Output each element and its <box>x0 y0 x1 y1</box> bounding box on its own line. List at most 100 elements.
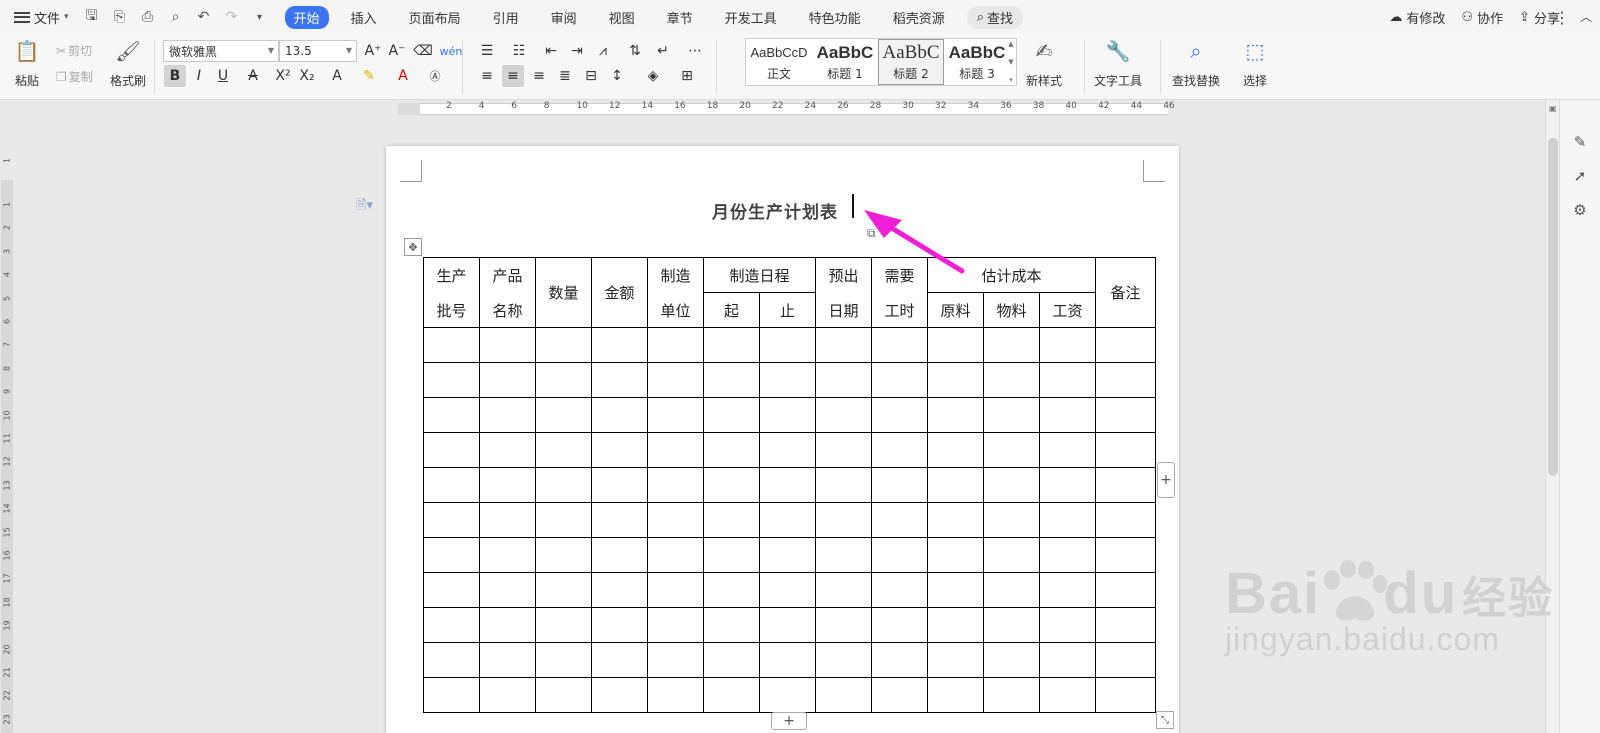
table-cell[interactable] <box>758 642 817 678</box>
bullet-list-icon[interactable]: ☰ <box>476 40 498 62</box>
header-schedule[interactable]: 制造日程 <box>702 257 817 293</box>
tab-references[interactable]: 引用 <box>483 6 529 29</box>
style-heading-2[interactable]: AaBbC 标题 2 <box>878 39 944 85</box>
sliders-icon[interactable]: ⚙ <box>1570 200 1590 220</box>
table-cell[interactable] <box>703 677 760 713</box>
table-cell[interactable] <box>927 572 985 608</box>
text-effect-icon[interactable]: A <box>326 65 348 87</box>
table-cell[interactable] <box>815 362 873 398</box>
table-cell[interactable] <box>423 642 480 678</box>
borders-icon[interactable]: ⊞ <box>676 65 698 87</box>
table-cell[interactable] <box>815 537 873 573</box>
table-cell[interactable] <box>927 607 985 643</box>
font-name-select[interactable]: 微软雅黑 ▼ <box>163 40 279 62</box>
add-row-button[interactable]: + <box>771 712 807 730</box>
export-icon[interactable]: ⎘ <box>111 8 129 26</box>
clear-format-icon[interactable]: ⌫ <box>412 40 434 62</box>
table-cell[interactable] <box>927 327 985 363</box>
table-cell[interactable] <box>423 537 480 573</box>
table-cell[interactable] <box>479 607 536 643</box>
table-cell[interactable] <box>535 677 592 713</box>
table-cell[interactable] <box>591 677 648 713</box>
table-cell[interactable] <box>815 642 873 678</box>
table-cell[interactable] <box>703 607 760 643</box>
table-cell[interactable] <box>535 502 592 538</box>
justify-icon[interactable]: ≣ <box>554 65 576 87</box>
file-menu[interactable]: 文件 ▾ <box>0 8 77 27</box>
table-resize-handle[interactable]: ⤡ <box>1156 711 1174 729</box>
table-cell[interactable] <box>423 572 480 608</box>
table-cell[interactable] <box>1095 537 1157 573</box>
table-cell[interactable] <box>1095 327 1157 363</box>
table-cell[interactable] <box>647 642 704 678</box>
table-cell[interactable] <box>871 362 929 398</box>
indent-icon[interactable]: ⇥ <box>566 40 588 62</box>
table-cell[interactable] <box>1039 432 1097 468</box>
table-cell[interactable] <box>647 397 704 433</box>
table-cell[interactable] <box>591 467 648 503</box>
line-spacing-icon[interactable]: ↕ <box>606 65 628 87</box>
table-cell[interactable] <box>815 467 873 503</box>
underline-icon[interactable]: U <box>212 65 234 87</box>
header-expected[interactable]: 预出 日期 <box>815 257 873 328</box>
document-page[interactable]: 月份生产计划表 ⧉ ✥ 生产 批号 产品 名称 数量 金额 制造 单位 制造日程 预出… <box>386 146 1179 733</box>
print-icon[interactable]: ⎙ <box>139 8 157 26</box>
font-size-select[interactable]: 13.5 ▼ <box>279 40 357 62</box>
table-cell[interactable] <box>983 397 1041 433</box>
superscript-icon[interactable]: X² <box>272 65 294 87</box>
header-wage[interactable]: 工资 <box>1039 292 1097 328</box>
collapse-ribbon-icon[interactable]: ︿ <box>1580 8 1592 25</box>
tab-insert[interactable]: 插入 <box>341 6 387 29</box>
table-cell[interactable] <box>1039 537 1097 573</box>
table-cell[interactable] <box>1095 362 1157 398</box>
table-cell[interactable] <box>423 327 480 363</box>
customize-icon[interactable]: ▾ <box>251 8 269 26</box>
tab-docer[interactable]: 稻壳资源 <box>883 6 955 29</box>
modified-button[interactable]: ☁ 有修改 <box>1389 8 1445 27</box>
table-cell[interactable] <box>758 502 817 538</box>
table-cell[interactable] <box>758 677 817 713</box>
table-cell[interactable] <box>815 572 873 608</box>
highlight-icon[interactable]: ✎ <box>358 65 380 87</box>
table-cell[interactable] <box>927 362 985 398</box>
copy-button[interactable]: ❐ 复制 <box>56 68 93 85</box>
redo-icon[interactable]: ↷ <box>223 8 241 26</box>
table-cell[interactable] <box>535 467 592 503</box>
paste-options-icon[interactable]: ⧉ <box>867 226 883 242</box>
table-cell[interactable] <box>1039 502 1097 538</box>
table-cell[interactable] <box>535 397 592 433</box>
table-cell[interactable] <box>1039 642 1097 678</box>
table-cell[interactable] <box>871 327 929 363</box>
table-cell[interactable] <box>703 537 760 573</box>
table-cell[interactable] <box>871 572 929 608</box>
table-cell[interactable] <box>479 642 536 678</box>
header-end[interactable]: 止 <box>758 292 817 328</box>
table-cell[interactable] <box>535 572 592 608</box>
table-cell[interactable] <box>479 432 536 468</box>
table-cell[interactable] <box>535 432 592 468</box>
tab-page-layout[interactable]: 页面布局 <box>399 6 471 29</box>
tab-stops-icon[interactable]: ⋯ <box>684 40 706 62</box>
bold-icon[interactable]: B <box>164 65 186 87</box>
table-cell[interactable] <box>703 572 760 608</box>
table-cell[interactable] <box>1039 607 1097 643</box>
table-cell[interactable] <box>758 327 817 363</box>
cut-button[interactable]: ✂ 剪切 <box>56 42 92 59</box>
table-cell[interactable] <box>591 432 648 468</box>
align-right-icon[interactable]: ≡ <box>528 65 550 87</box>
header-goods[interactable]: 物料 <box>983 292 1041 328</box>
table-cell[interactable] <box>479 572 536 608</box>
pinyin-icon[interactable]: wén <box>440 40 463 62</box>
table-cell[interactable] <box>983 432 1041 468</box>
scroll-top-icon[interactable]: ▣ <box>1549 104 1557 113</box>
table-cell[interactable] <box>479 502 536 538</box>
table-cell[interactable] <box>591 362 648 398</box>
save-icon[interactable]: 🖫 <box>83 8 101 26</box>
table-cell[interactable] <box>983 642 1041 678</box>
table-cell[interactable] <box>983 502 1041 538</box>
select-button[interactable]: ⬚ 选择 <box>1242 38 1268 89</box>
table-cell[interactable] <box>535 607 592 643</box>
table-cell[interactable] <box>591 537 648 573</box>
paste-button[interactable]: 📋 粘贴 <box>14 38 40 89</box>
header-remark[interactable]: 备注 <box>1095 257 1157 328</box>
